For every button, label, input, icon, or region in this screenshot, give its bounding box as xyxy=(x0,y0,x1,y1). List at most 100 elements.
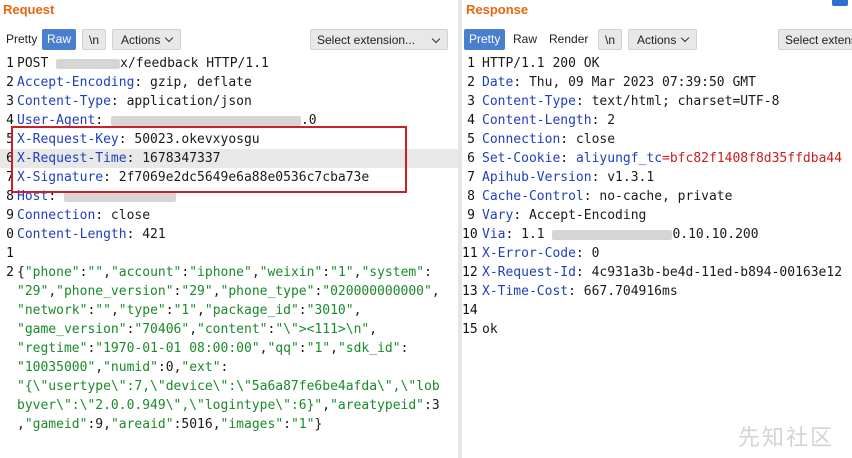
line-number: 9 xyxy=(467,208,475,223)
request-line: "{\"usertype\":7,\"device\":\"5a6a87fe6b… xyxy=(0,377,458,396)
token: : 421 xyxy=(126,227,166,242)
line-number: 14 xyxy=(462,303,478,318)
line-text: "10035000","numid":0,"ext": xyxy=(17,358,228,377)
response-line: 15 ok xyxy=(462,320,852,339)
token: "" xyxy=(87,265,104,280)
line-text: Accept-Encoding: gzip, deflate xyxy=(17,73,252,92)
response-tab-render[interactable]: Render xyxy=(544,29,593,50)
token: , xyxy=(17,417,25,432)
token: x/feedback HTTP/1.1 xyxy=(120,56,269,71)
token: , xyxy=(330,341,338,356)
token: : 667.704916ms xyxy=(568,284,678,299)
header-key: Connection xyxy=(482,132,561,147)
line-text: ,"gameid":9,"areaid":5016,"images":"1"} xyxy=(17,415,322,434)
request-line: byver\":\"2.0.0.949\",\"logintype\":6}",… xyxy=(0,396,458,415)
token: :5016, xyxy=(173,417,221,432)
token: , xyxy=(322,398,331,413)
response-line: 12 X-Request-Id: 4c931a3b-be4d-11ed-b894-… xyxy=(462,263,852,282)
line-text: Connection: close xyxy=(17,206,150,225)
layout-icon[interactable] xyxy=(832,0,848,6)
token: : close xyxy=(95,208,151,223)
request-line: "29","phone_version":"29","phone_type":"… xyxy=(0,282,458,301)
token: HTTP/1.1 200 OK xyxy=(482,56,600,71)
line-number: 4 xyxy=(467,113,475,128)
line-text: "game_version":"70406","content":"\"><11… xyxy=(17,320,377,339)
line-text: "29","phone_version":"29","phone_type":"… xyxy=(17,282,440,301)
line-text: "regtime":"1970-01-01 08:00:00","qq":"1"… xyxy=(17,339,408,358)
token: : Accept-Encoding xyxy=(513,208,647,223)
token: : 0 xyxy=(575,246,600,261)
json-key: "images" xyxy=(220,417,284,432)
json-key: "ext" xyxy=(181,360,221,375)
request-newline-toggle[interactable]: \n xyxy=(82,29,107,50)
header-key: Vary xyxy=(482,208,514,223)
line-number: 5 xyxy=(467,132,475,147)
response-select-extension-label: Select extens xyxy=(785,33,852,47)
request-tab-raw[interactable]: Raw xyxy=(42,29,77,50)
token: "29" xyxy=(181,284,213,299)
json-key: "phone_version" xyxy=(56,284,174,299)
response-tab-raw[interactable]: Raw xyxy=(508,29,542,50)
header-key: Accept-Encoding xyxy=(17,75,135,90)
token: ok xyxy=(482,322,498,337)
token: : no-cache, private xyxy=(583,189,733,204)
token: , xyxy=(95,360,104,375)
json-key: "numid" xyxy=(103,360,158,375)
request-line: 1 xyxy=(0,244,458,263)
token: : xyxy=(298,303,307,318)
line-text: Apihub-Version: v1.3.1 xyxy=(482,168,654,187)
token: "020000000000" xyxy=(322,284,432,299)
header-key: Content-Length xyxy=(482,113,592,128)
chevron-down-icon xyxy=(431,34,441,44)
token: "29" xyxy=(17,284,49,299)
token: "1970-01-01 08:00:00" xyxy=(95,341,260,356)
line-text: X-Time-Cost: 667.704916ms xyxy=(482,282,678,301)
json-key: "package_id" xyxy=(204,303,299,318)
token: : close xyxy=(560,132,616,147)
response-line: 14 xyxy=(462,301,852,320)
response-newline-toggle[interactable]: \n xyxy=(598,29,623,50)
json-key: "account" xyxy=(110,265,182,280)
response-actions-button[interactable]: Actions xyxy=(628,29,698,50)
line-number: 12 xyxy=(462,265,478,280)
chevron-down-icon xyxy=(681,33,690,43)
request-actions-button[interactable]: Actions xyxy=(112,29,182,50)
json-key: "phone" xyxy=(24,265,80,280)
json-key: "phone_type" xyxy=(220,284,315,299)
request-select-extension-dropdown[interactable]: Select extension... xyxy=(310,29,448,50)
response-select-extension-dropdown[interactable]: Select extens xyxy=(778,29,852,50)
json-key: "game_version" xyxy=(17,322,127,337)
response-editor[interactable]: 1 HTTP/1.1 200 OK 2 Date: Thu, 09 Mar 2023 … xyxy=(462,54,852,458)
request-editor[interactable]: 1 POST x/feedback HTTP/1.1 2 Accept-Encodin… xyxy=(0,54,458,458)
line-number: 3 xyxy=(6,94,14,109)
line-number: 1 xyxy=(6,56,14,71)
token: : xyxy=(157,360,166,375)
response-tab-pretty[interactable]: Pretty xyxy=(464,29,506,50)
request-line: "10035000","numid":0,"ext": xyxy=(0,358,458,377)
line-text: X-Request-Id: 4c931a3b-be4d-11ed-b894-00… xyxy=(482,263,842,282)
request-pane: Request Pretty Raw \n Actions Select ext… xyxy=(0,0,458,458)
request-tab-pretty[interactable]: Pretty xyxy=(1,29,42,50)
redacted-block xyxy=(110,115,301,126)
header-key: Via xyxy=(482,227,506,242)
line-text: "{\"usertype\":7,\"device\":\"5a6a87fe6b… xyxy=(17,377,440,396)
token: :3 xyxy=(424,398,440,413)
json-key: "weixin" xyxy=(259,265,323,280)
line-text: byver\":\"2.0.0.949\",\"logintype\":6}",… xyxy=(17,396,440,415)
token: : text/html; charset=UTF-8 xyxy=(575,94,780,109)
request-select-extension-label: Select extension... xyxy=(317,33,416,47)
request-pane-title: Request xyxy=(3,2,55,17)
header-key: aliyungf_tc xyxy=(575,151,663,166)
token: : 2 xyxy=(591,113,616,128)
redacted-block xyxy=(56,58,121,69)
response-line: 6 Set-Cookie: aliyungf_tc=bfc82f1408f8d35… xyxy=(462,149,852,168)
line-text: {"phone":"","account":"iphone","weixin":… xyxy=(17,263,432,282)
header-key: Cache-Control xyxy=(482,189,584,204)
line-number: 2 xyxy=(467,75,475,90)
token: "10035000" xyxy=(17,360,96,375)
token: 0.10.10.200 xyxy=(672,227,759,242)
response-line: 2 Date: Thu, 09 Mar 2023 07:39:50 GMT xyxy=(462,73,852,92)
token: : application/json xyxy=(110,94,252,109)
json-key: "areatypeid" xyxy=(330,398,424,413)
request-line: "game_version":"70406","content":"\"><11… xyxy=(0,320,458,339)
